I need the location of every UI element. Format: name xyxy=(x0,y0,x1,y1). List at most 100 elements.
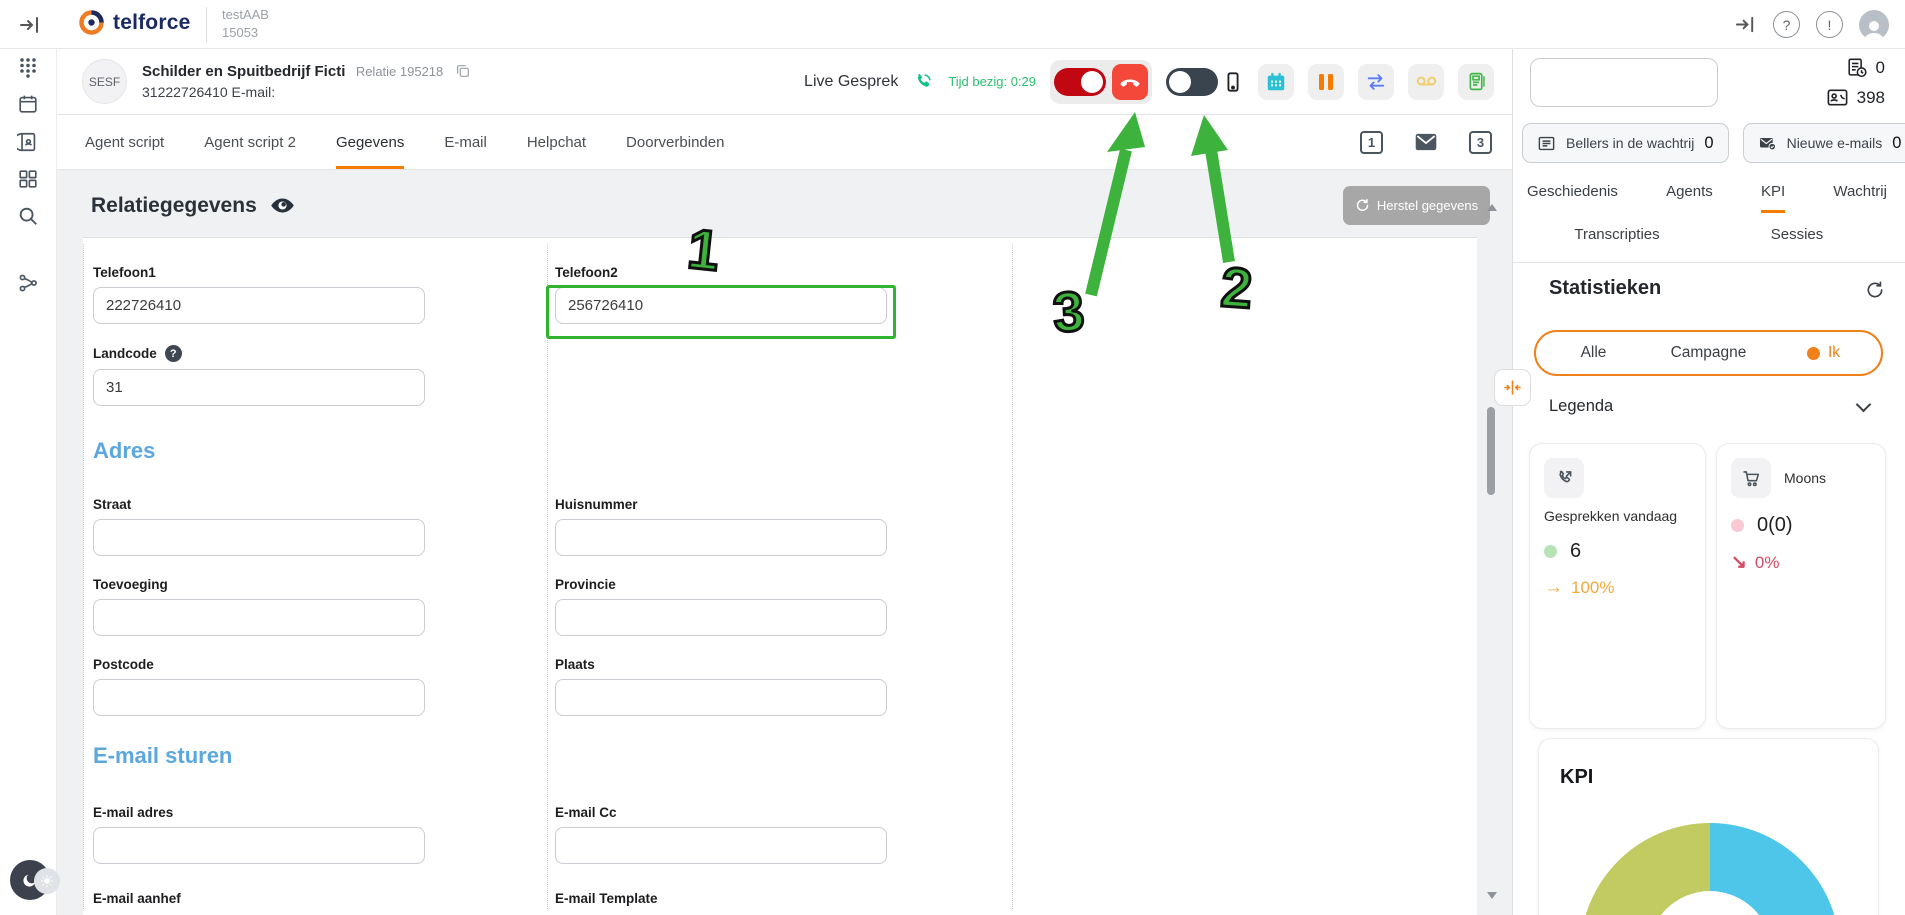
copy-icon[interactable] xyxy=(455,63,471,79)
sidebar-search-input[interactable] xyxy=(1530,58,1718,107)
straat-input[interactable] xyxy=(93,519,425,556)
tab-agents[interactable]: Agents xyxy=(1666,183,1713,213)
scroll-up-arrow[interactable] xyxy=(1487,204,1497,211)
pause-button[interactable] xyxy=(1308,64,1344,100)
filter-alle[interactable]: Alle xyxy=(1536,332,1651,374)
workspace-info: testAAB 15053 xyxy=(222,6,269,42)
field-telefoon1: Telefoon1 xyxy=(93,265,425,324)
user-avatar[interactable] xyxy=(1859,10,1889,40)
contact-phone-email: 31222726410 E-mail: xyxy=(142,82,471,102)
field-huisnummer: Huisnummer xyxy=(555,497,887,556)
callers-in-queue-label: Bellers in de wachtrij xyxy=(1566,135,1694,151)
field-label: Straat xyxy=(93,497,425,512)
field-telefoon2: Telefoon2 xyxy=(555,265,887,324)
busy-timer: Tijd bezig: 0:29 xyxy=(948,74,1036,89)
tab-agent-script-2[interactable]: Agent script 2 xyxy=(204,115,296,169)
telefoon1-input[interactable] xyxy=(93,287,425,324)
pause-icon xyxy=(1319,74,1333,90)
active-filter-dot xyxy=(1807,347,1820,360)
voicemail-button[interactable] xyxy=(1408,64,1444,100)
restore-data-button[interactable]: Herstel gegevens xyxy=(1343,186,1490,225)
workspace-divider xyxy=(206,7,207,42)
email-adres-input[interactable] xyxy=(93,827,425,864)
contacts-count: 398 xyxy=(1857,88,1885,108)
filter-ik[interactable]: Ik xyxy=(1766,332,1881,374)
tab-email[interactable]: E-mail xyxy=(444,115,487,169)
kpi-donut-chart[interactable] xyxy=(1580,823,1840,915)
fax-terminal-button[interactable] xyxy=(1458,64,1494,100)
tab-sessies[interactable]: Sessies xyxy=(1707,226,1887,256)
main-tab-bar: Agent script Agent script 2 Gegevens E-m… xyxy=(57,115,1512,170)
theme-toggle[interactable] xyxy=(10,860,62,902)
chip-one[interactable]: 1 xyxy=(1360,131,1383,154)
calendar-nav-icon[interactable] xyxy=(17,93,39,115)
left-icon-rail xyxy=(0,49,57,915)
field-label: Landcode xyxy=(93,346,157,361)
filter-alle-label: Alle xyxy=(1581,344,1607,362)
tab-transcripties[interactable]: Transcripties xyxy=(1527,226,1707,256)
alert-icon[interactable]: ! xyxy=(1816,11,1843,38)
email-cc-input[interactable] xyxy=(555,827,887,864)
stat-card-gesprekken[interactable]: Gesprekken vandaag 6 → 100% xyxy=(1529,443,1706,729)
email-check-icon xyxy=(1758,134,1777,153)
pink-status-dot xyxy=(1731,519,1744,532)
panel-collapse-handle[interactable] xyxy=(1494,369,1531,406)
queue-list-icon xyxy=(1537,134,1556,153)
tasks-count: 0 xyxy=(1876,58,1885,78)
plaats-input[interactable] xyxy=(555,679,887,716)
field-landcode: Landcode? xyxy=(93,345,425,406)
telefoon2-input[interactable] xyxy=(555,287,887,324)
tab-helpchat[interactable]: Helpchat xyxy=(527,115,586,169)
tab-geschiedenis[interactable]: Geschiedenis xyxy=(1527,183,1618,213)
landcode-help-icon[interactable]: ? xyxy=(165,345,182,362)
tab-agent-script[interactable]: Agent script xyxy=(85,115,164,169)
tab-gegevens[interactable]: Gegevens xyxy=(336,115,404,169)
new-emails-button[interactable]: Nieuwe e-mails 0 xyxy=(1743,123,1905,163)
telforce-logo[interactable]: telforce xyxy=(78,9,190,36)
provincie-input[interactable] xyxy=(555,599,887,636)
envelope-icon[interactable] xyxy=(1413,129,1439,155)
tab-doorverbinden[interactable]: Doorverbinden xyxy=(626,115,724,169)
filter-campagne[interactable]: Campagne xyxy=(1651,332,1766,374)
mobile-toggle[interactable] xyxy=(1166,68,1218,96)
refresh-stats-icon[interactable] xyxy=(1865,280,1885,300)
toevoeging-input[interactable] xyxy=(93,599,425,636)
cart-icon xyxy=(1731,458,1771,498)
sidebar-collapse-icon[interactable] xyxy=(18,13,42,37)
restore-data-label: Herstel gegevens xyxy=(1377,198,1478,213)
filter-ik-label: Ik xyxy=(1828,344,1840,362)
content-area: Relatiegegevens Herstel gegevens Telefoo… xyxy=(57,170,1512,915)
logout-icon[interactable] xyxy=(1734,13,1757,36)
workspace-name: testAAB xyxy=(222,6,269,24)
legend-toggle[interactable]: Legenda xyxy=(1549,397,1869,416)
tab-kpi[interactable]: KPI xyxy=(1761,183,1785,213)
section-adres: Adres xyxy=(93,438,155,464)
scrollbar-thumb[interactable] xyxy=(1487,407,1495,495)
visibility-eye-icon[interactable] xyxy=(269,192,296,219)
kpi-title: KPI xyxy=(1560,766,1593,789)
record-toggle[interactable] xyxy=(1054,68,1106,96)
field-label: E-mail aanhef xyxy=(93,891,425,906)
field-label: Telefoon2 xyxy=(555,265,887,280)
dialpad-icon[interactable] xyxy=(17,56,39,78)
field-postcode: Postcode xyxy=(93,657,425,716)
apps-grid-icon[interactable] xyxy=(17,168,39,190)
chip-three[interactable]: 3 xyxy=(1469,131,1492,154)
scroll-down-arrow[interactable] xyxy=(1487,892,1497,899)
stat-card-trend: 100% xyxy=(1571,578,1614,598)
landcode-input[interactable] xyxy=(93,369,425,406)
field-plaats: Plaats xyxy=(555,657,887,716)
stat-card-moons[interactable]: Moons 0(0) ↘ 0% xyxy=(1716,443,1886,729)
transfer-button[interactable] xyxy=(1358,64,1394,100)
huisnummer-input[interactable] xyxy=(555,519,887,556)
help-icon[interactable]: ? xyxy=(1773,11,1800,38)
routing-branch-icon[interactable] xyxy=(17,272,39,294)
callers-in-queue-button[interactable]: Bellers in de wachtrij 0 xyxy=(1522,123,1729,163)
postcode-input[interactable] xyxy=(93,679,425,716)
calendar-button[interactable] xyxy=(1258,64,1294,100)
contacts-book-icon[interactable] xyxy=(17,131,39,153)
field-email-cc: E-mail Cc xyxy=(555,805,887,864)
hangup-button[interactable] xyxy=(1112,64,1148,100)
tab-wachtrij[interactable]: Wachtrij xyxy=(1833,183,1887,213)
search-icon[interactable] xyxy=(17,205,39,227)
